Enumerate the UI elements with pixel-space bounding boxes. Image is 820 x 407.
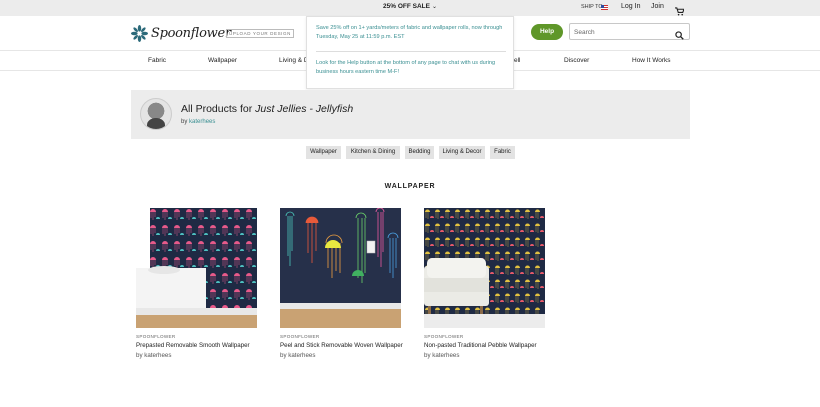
product-brand: SPOONFLOWER	[280, 334, 320, 339]
design-name: Just Jellies - Jellyfish	[255, 103, 354, 115]
by-label: by	[181, 119, 188, 125]
page-title: All Products for Just Jellies - Jellyfis…	[181, 103, 353, 115]
login-link[interactable]: Log In	[621, 3, 640, 10]
product-card[interactable]: SPOONFLOWER Non-pasted Traditional Pebbl…	[424, 208, 545, 359]
nav-item-sell[interactable]: ell	[514, 57, 521, 64]
us-flag-icon[interactable]	[601, 5, 608, 10]
promo-bar: 25% OFF SALE ⌄ SHIP TO Log In Join	[0, 0, 820, 16]
join-link[interactable]: Join	[651, 3, 664, 10]
chip-living-decor[interactable]: Living & Decor	[439, 146, 485, 159]
promo-popover: Save 25% off on 1+ yards/meters of fabri…	[306, 16, 514, 89]
product-image[interactable]	[136, 208, 257, 328]
product-brand: SPOONFLOWER	[424, 334, 464, 339]
popover-divider	[316, 51, 506, 52]
popover-sale-text: Save 25% off on 1+ yards/meters of fabri…	[316, 25, 503, 40]
chevron-down-icon[interactable]: ⌄	[432, 4, 437, 10]
product-designer[interactable]: by katerhees	[136, 352, 171, 359]
nav-item-fabric[interactable]: Fabric	[148, 57, 166, 64]
product-name[interactable]: Non-pasted Traditional Pebble Wallpaper	[424, 342, 537, 349]
product-image[interactable]	[424, 208, 545, 328]
upload-design-button[interactable]: UPLOAD YOUR DESIGN	[226, 29, 294, 38]
chip-bedding[interactable]: Bedding	[405, 146, 434, 159]
logo[interactable]: Spoonflower	[131, 25, 231, 42]
search-box	[569, 23, 690, 40]
product-designer[interactable]: by katerhees	[424, 352, 459, 359]
search-icon[interactable]	[675, 27, 684, 45]
chip-kitchen-dining[interactable]: Kitchen & Dining	[346, 146, 400, 159]
designer-byline: by katerhees	[181, 119, 215, 125]
chip-fabric[interactable]: Fabric	[490, 146, 515, 159]
design-header: All Products for Just Jellies - Jellyfis…	[131, 90, 690, 139]
product-name[interactable]: Prepasted Removable Smooth Wallpaper	[136, 342, 250, 349]
spoonflower-flower-icon	[131, 25, 148, 42]
product-designer[interactable]: by katerhees	[280, 352, 315, 359]
designer-link[interactable]: katerhees	[189, 119, 215, 125]
help-button[interactable]: Help	[531, 24, 563, 40]
nav-item-how-it-works[interactable]: How It Works	[632, 57, 671, 64]
product-card[interactable]: SPOONFLOWER Prepasted Removable Smooth W…	[136, 208, 257, 359]
product-brand: SPOONFLOWER	[136, 334, 176, 339]
promo-text[interactable]: 25% OFF SALE	[383, 3, 430, 10]
search-input[interactable]	[574, 27, 669, 37]
avatar[interactable]	[140, 98, 172, 130]
ship-to-label[interactable]: SHIP TO	[581, 4, 603, 10]
logo-text[interactable]: Spoonflower	[151, 26, 231, 41]
title-prefix: All Products for	[181, 103, 256, 115]
section-title: WALLPAPER	[384, 183, 436, 190]
promo-dropdown[interactable]: 25% OFF SALE ⌄	[0, 3, 820, 10]
product-name[interactable]: Peel and Stick Removable Woven Wallpaper	[280, 342, 403, 349]
product-card[interactable]: SPOONFLOWER Peel and Stick Removable Wov…	[280, 208, 403, 359]
chip-wallpaper[interactable]: Wallpaper	[306, 146, 341, 159]
popover-help-text: Look for the Help button at the bottom o…	[316, 60, 496, 75]
nav-item-discover[interactable]: Discover	[564, 57, 589, 64]
product-image[interactable]	[280, 208, 401, 328]
nav-item-wallpaper[interactable]: Wallpaper	[208, 57, 237, 64]
